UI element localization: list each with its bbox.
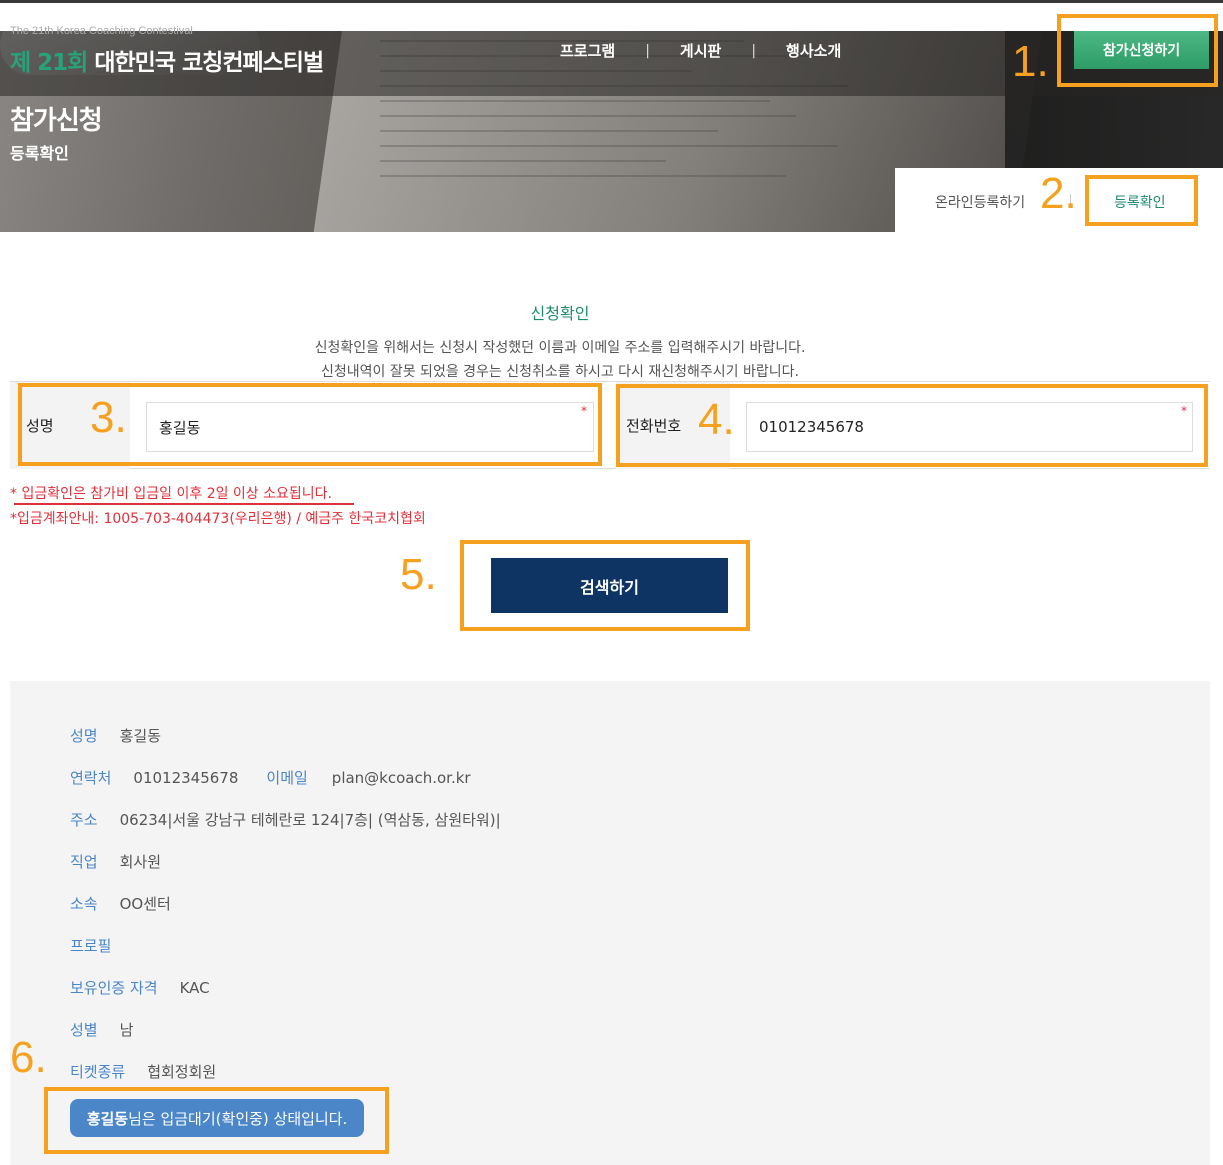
section-title: 신청확인 [530, 304, 590, 323]
result-row-profile: 프로필 [70, 935, 133, 956]
result-row-affiliation: 소속 OO센터 [70, 893, 171, 914]
name-input[interactable] [146, 402, 594, 452]
required-mark: * [1181, 404, 1187, 418]
account-notice: *입금계좌안내: 1005-703-404473(우리은행) / 예금주 한국코… [10, 511, 426, 527]
result-row-ticket: 티켓종류 협회정회원 [70, 1061, 216, 1082]
nav-item-event-intro[interactable]: 행사소개 [786, 40, 841, 61]
apply-button[interactable]: 참가신청하기 [1074, 31, 1209, 69]
result-row-certification: 보유인증 자격 KAC [70, 977, 210, 998]
tab-online-register[interactable]: 온라인등록하기 [935, 192, 1025, 212]
logo-main-text: 대한민국 코칭컨페스티벌 [94, 50, 324, 76]
result-row-address: 주소 06234|서울 강남구 테헤란로 124|7층| (역삼동, 삼원타워)… [70, 809, 501, 830]
annotation-number-6: 6. [10, 1033, 47, 1082]
notice-underline [14, 503, 354, 505]
result-label: 성명 [70, 727, 98, 745]
nav-item-board[interactable]: 게시판 [680, 40, 721, 61]
result-label: 주소 [70, 811, 98, 829]
required-mark: * [581, 404, 587, 418]
result-value: 01012345678 [133, 768, 239, 787]
result-value: 남 [119, 1021, 134, 1039]
status-badge: 홍길동 님은 입금대기(확인중) 상태입니다. [70, 1099, 364, 1137]
result-label: 연락처 [70, 769, 112, 787]
page-title: 참가신청 [10, 106, 103, 136]
result-value: OO센터 [119, 895, 171, 913]
site-logo[interactable]: 제 21회 대한민국 코칭컨페스티벌 [10, 43, 324, 77]
result-label: 소속 [70, 895, 98, 913]
nav-item-program[interactable]: 프로그램 [560, 40, 615, 61]
form-description-1: 신청확인을 위해서는 신청시 작성했던 이름과 이메일 주소를 입력해주시기 바… [314, 340, 806, 356]
result-label: 티켓종류 [70, 1063, 126, 1081]
result-label: 보유인증 자격 [70, 979, 158, 997]
status-text: 님은 입금대기(확인중) 상태입니다. [128, 1109, 348, 1128]
form-description-2: 신청내역이 잘못 되었을 경우는 신청취소를 하시고 다시 재신청해주시기 바랍… [321, 364, 799, 380]
result-value: 협회정회원 [147, 1063, 217, 1081]
result-label: 성별 [70, 1021, 98, 1039]
result-value: KAC [179, 978, 210, 997]
result-label: 직업 [70, 853, 98, 871]
result-row-gender: 성별 남 [70, 1019, 133, 1040]
annotation-number-3: 3. [90, 393, 127, 442]
result-row-contact: 연락처 01012345678 이메일 plan@kcoach.or.kr [70, 767, 471, 788]
deposit-notice: * 입금확인은 참가비 입금일 이후 2일 이상 소요됩니다. [10, 486, 332, 502]
top-strip [0, 0, 1223, 3]
result-value: 회사원 [119, 853, 162, 871]
result-label: 프로필 [70, 937, 112, 955]
result-panel: 성명 홍길동 연락처 01012345678 이메일 plan@kcoach.o… [10, 681, 1210, 1165]
annotation-number-2: 2. [1040, 169, 1077, 218]
annotation-number-4: 4. [698, 395, 735, 444]
annotation-number-1: 1. [1012, 37, 1049, 86]
phone-input[interactable] [746, 402, 1193, 452]
result-value: 06234|서울 강남구 테헤란로 124|7층| (역삼동, 삼원타워)| [119, 811, 501, 829]
status-name: 홍길동 [86, 1109, 129, 1128]
tab-registration-confirm[interactable]: 등록확인 [1114, 192, 1166, 212]
logo-subtitle: The 21th Korea Coaching Contestival [10, 25, 193, 37]
nav-separator: | [645, 42, 650, 59]
result-row-name: 성명 홍길동 [70, 725, 161, 746]
result-label: 이메일 [266, 769, 308, 787]
page-subtitle: 등록확인 [10, 144, 69, 163]
logo-accent-text: 제 21회 [10, 50, 88, 76]
search-button[interactable]: 검색하기 [491, 558, 728, 613]
search-form: 성명 * 전화번호 * [10, 381, 1210, 469]
result-value: 홍길동 [119, 727, 162, 745]
nav-separator: | [751, 42, 757, 59]
result-value: plan@kcoach.or.kr [331, 768, 471, 787]
main-nav: 프로그램 | 게시판 | 행사소개 [560, 40, 841, 61]
result-row-job: 직업 회사원 [70, 851, 161, 872]
annotation-number-5: 5. [400, 550, 437, 599]
